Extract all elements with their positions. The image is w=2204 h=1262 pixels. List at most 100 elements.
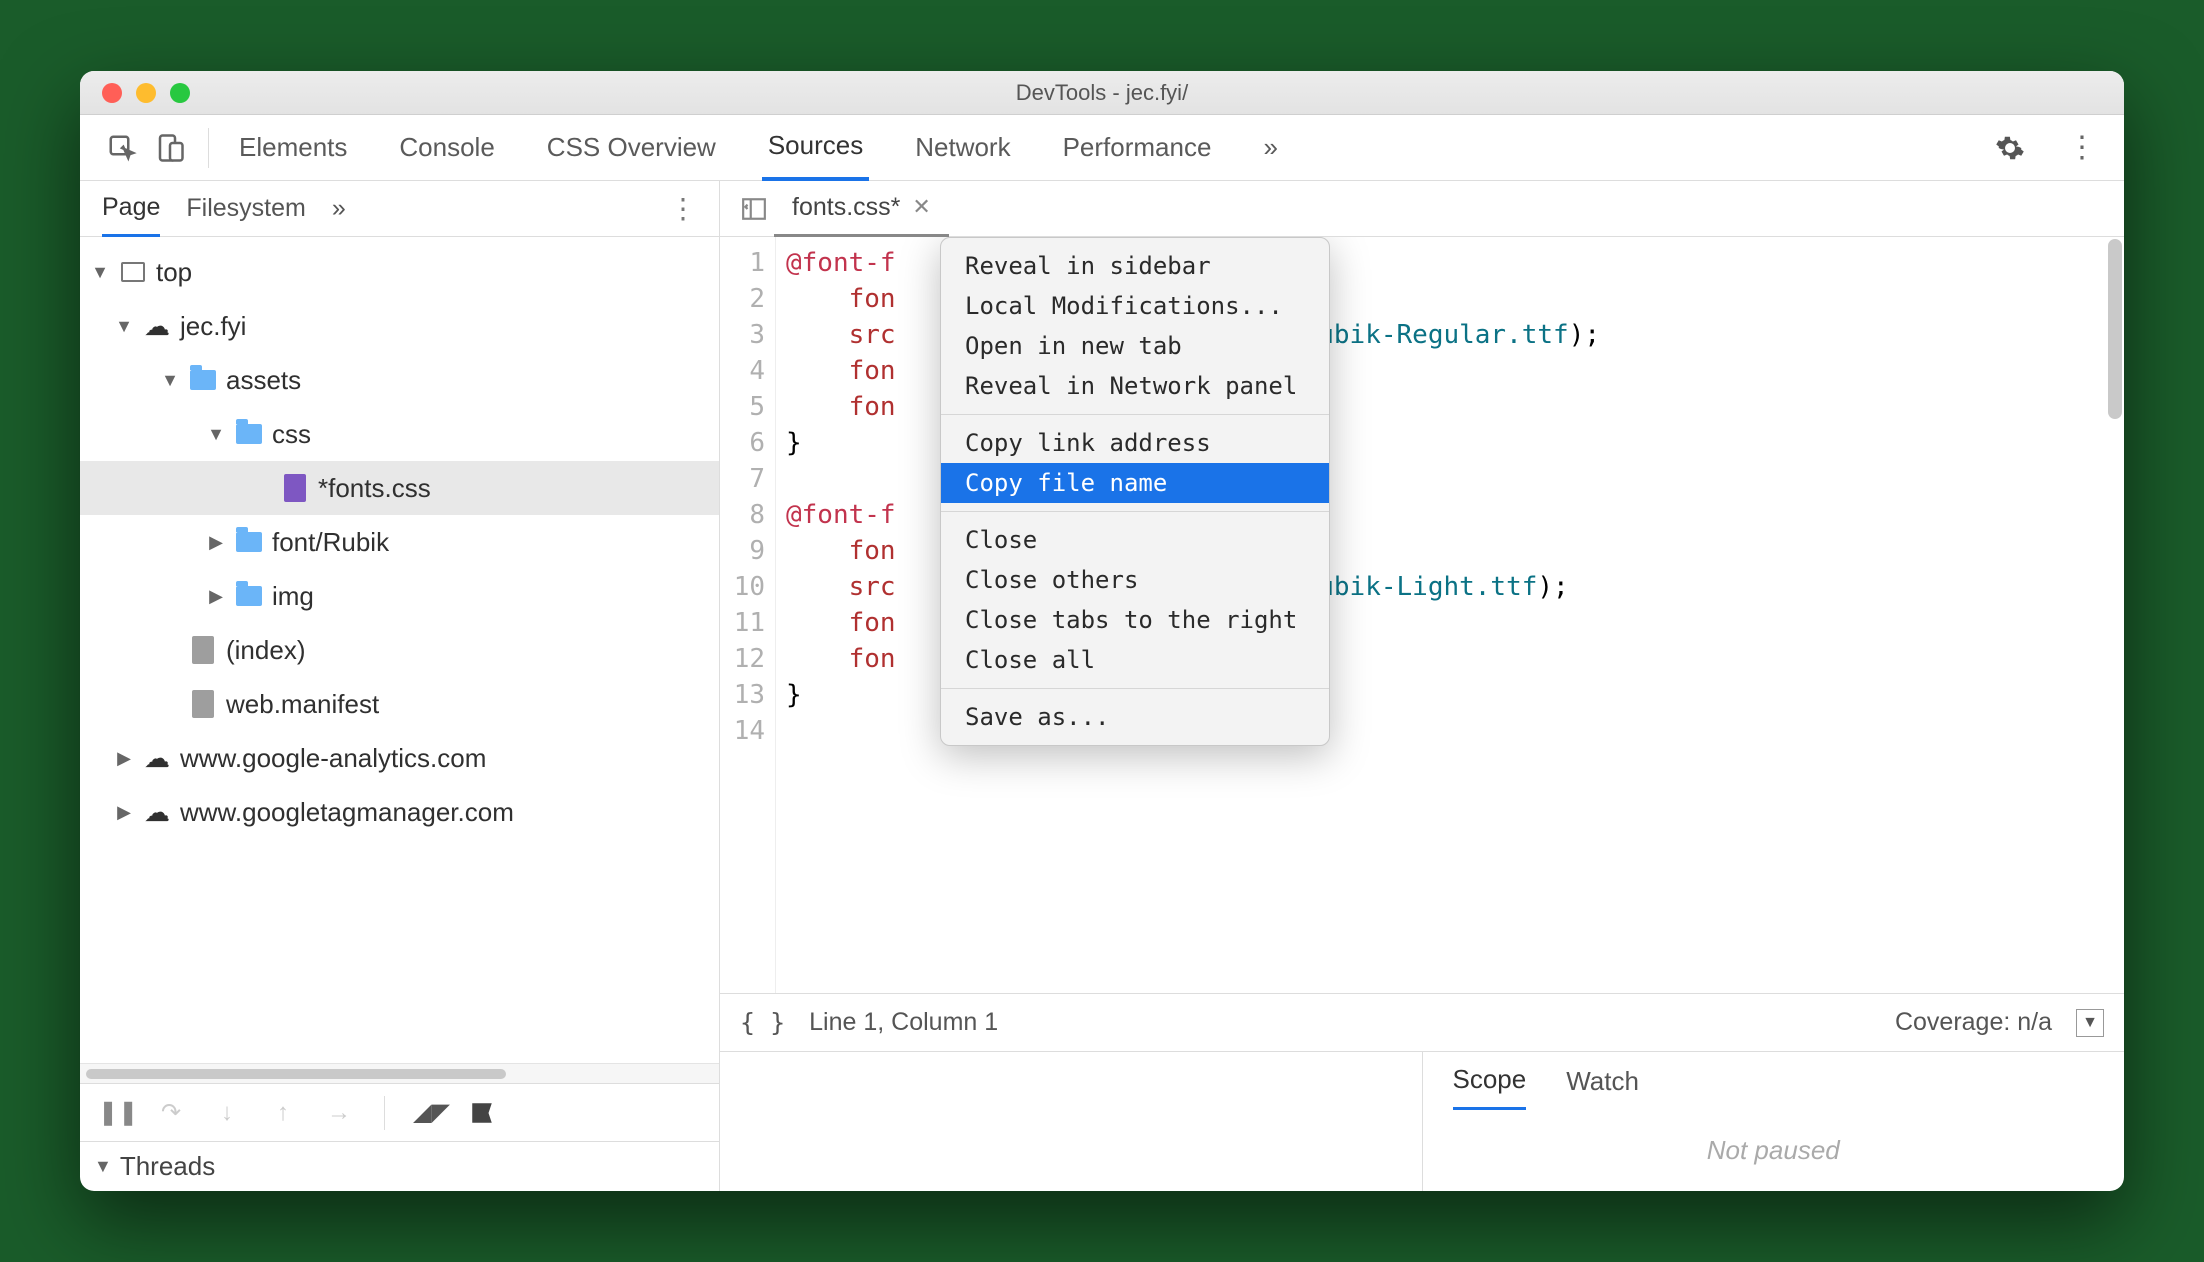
menu-separator: [941, 414, 1329, 415]
cursor-position: Line 1, Column 1: [809, 1008, 998, 1037]
tree-domain-gtm[interactable]: ▶ ☁ www.googletagmanager.com: [80, 785, 719, 839]
sidebar-scrollbar[interactable]: [80, 1063, 719, 1083]
main-toolbar: Elements Console CSS Overview Sources Ne…: [80, 115, 2124, 181]
threads-section[interactable]: ▼ Threads: [80, 1141, 719, 1191]
folder-icon: [236, 586, 262, 606]
chevron-right-icon: ▶: [206, 586, 226, 607]
editor-tabs: fonts.css* ✕: [720, 181, 2124, 237]
tab-elements[interactable]: Elements: [233, 115, 353, 181]
devtools-window: DevTools - jec.fyi/ Elements Console CSS…: [80, 71, 2124, 1191]
tree-folder-assets[interactable]: ▼ assets: [80, 353, 719, 407]
tree-top-frame[interactable]: ▼ top: [80, 245, 719, 299]
menu-close-all[interactable]: Close all: [941, 640, 1329, 680]
tree-file-index[interactable]: (index): [80, 623, 719, 677]
menu-reveal-network[interactable]: Reveal in Network panel: [941, 366, 1329, 406]
tree-folder-font[interactable]: ▶ font/Rubik: [80, 515, 719, 569]
chevron-down-icon: ▼: [94, 1156, 112, 1177]
menu-separator: [941, 511, 1329, 512]
tree-label: css: [272, 419, 311, 450]
pause-icon[interactable]: ❚❚: [98, 1098, 132, 1127]
editor-tab-fonts-css[interactable]: fonts.css* ✕: [774, 181, 949, 237]
step-into-icon[interactable]: ↓: [210, 1099, 244, 1127]
tree-folder-img[interactable]: ▶ img: [80, 569, 719, 623]
editor-scrollbar[interactable]: [2108, 239, 2122, 419]
chevron-right-icon: ▶: [114, 748, 134, 769]
context-menu: Reveal in sidebar Local Modifications...…: [940, 237, 1330, 746]
toggle-navigator-icon[interactable]: [734, 196, 774, 222]
menu-open-new-tab[interactable]: Open in new tab: [941, 326, 1329, 366]
file-tree: ▼ top ▼ ☁ jec.fyi ▼ assets ▼ css: [80, 237, 719, 1063]
coverage-label: Coverage: n/a: [1895, 1008, 2052, 1037]
tree-label: www.google-analytics.com: [180, 743, 486, 774]
panel-tabs: Elements Console CSS Overview Sources Ne…: [223, 115, 1986, 181]
tree-label: font/Rubik: [272, 527, 389, 558]
threads-label: Threads: [120, 1151, 215, 1182]
tab-css-overview[interactable]: CSS Overview: [541, 115, 722, 181]
frame-icon: [121, 262, 145, 282]
chevron-down-icon: ▼: [160, 370, 180, 391]
tree-folder-css[interactable]: ▼ css: [80, 407, 719, 461]
sidebar-tab-more[interactable]: »: [332, 181, 346, 237]
pause-exceptions-icon[interactable]: [469, 1100, 503, 1126]
css-file-icon: [284, 474, 306, 502]
tree-label: assets: [226, 365, 301, 396]
menu-close-tabs-right[interactable]: Close tabs to the right: [941, 600, 1329, 640]
tree-label: (index): [226, 635, 305, 666]
tree-domain-ga[interactable]: ▶ ☁ www.google-analytics.com: [80, 731, 719, 785]
bottom-right-pane: Scope Watch Not paused: [1423, 1052, 2125, 1191]
tree-label: top: [156, 257, 192, 288]
cloud-icon: ☁: [142, 743, 172, 774]
tree-file-fonts-css[interactable]: *fonts.css: [80, 461, 719, 515]
tab-more[interactable]: »: [1257, 115, 1283, 181]
code-editor[interactable]: 123 456 789 101112 1314 @font-f fon src …: [720, 237, 2124, 993]
device-toggle-icon[interactable]: [146, 133, 194, 163]
menu-reveal-sidebar[interactable]: Reveal in sidebar: [941, 246, 1329, 286]
folder-icon: [236, 532, 262, 552]
editor-pane: fonts.css* ✕ 123 456 789 101112 1314 @fo…: [720, 181, 2124, 1191]
menu-close[interactable]: Close: [941, 520, 1329, 560]
tab-sources[interactable]: Sources: [762, 115, 869, 181]
menu-save-as[interactable]: Save as...: [941, 697, 1329, 737]
tree-domain[interactable]: ▼ ☁ jec.fyi: [80, 299, 719, 353]
step-out-icon[interactable]: ↑: [266, 1099, 300, 1127]
tab-console[interactable]: Console: [393, 115, 500, 181]
gear-icon[interactable]: [1986, 133, 2034, 163]
chevron-down-icon: ▼: [114, 316, 134, 337]
deactivate-breakpoints-icon[interactable]: ◢◤: [413, 1098, 447, 1127]
sidebar-tabs: Page Filesystem » ⋮: [80, 181, 719, 237]
sources-sidebar: Page Filesystem » ⋮ ▼ top ▼ ☁ jec.fyi: [80, 181, 720, 1191]
tab-watch[interactable]: Watch: [1566, 1066, 1639, 1097]
menu-separator: [941, 688, 1329, 689]
kebab-menu-icon[interactable]: ⋮: [2058, 130, 2106, 165]
scope-watch-tabs: Scope Watch: [1423, 1052, 2125, 1110]
tree-label: www.googletagmanager.com: [180, 797, 514, 828]
tree-label: jec.fyi: [180, 311, 246, 342]
titlebar: DevTools - jec.fyi/: [80, 71, 2124, 115]
menu-close-others[interactable]: Close others: [941, 560, 1329, 600]
sidebar-kebab-icon[interactable]: ⋮: [669, 181, 697, 237]
format-braces-icon[interactable]: { }: [740, 1008, 785, 1037]
folder-icon: [190, 370, 216, 390]
window-title: DevTools - jec.fyi/: [80, 80, 2124, 106]
toolbar-divider: [208, 128, 209, 168]
tab-scope[interactable]: Scope: [1453, 1052, 1527, 1110]
coverage-dropdown-icon[interactable]: ▼: [2076, 1009, 2104, 1037]
tab-network[interactable]: Network: [909, 115, 1016, 181]
inspect-element-icon[interactable]: [98, 133, 146, 163]
editor-tab-label: fonts.css*: [792, 193, 900, 222]
menu-copy-link-address[interactable]: Copy link address: [941, 423, 1329, 463]
chevron-right-icon: ▶: [114, 802, 134, 823]
tree-file-manifest[interactable]: web.manifest: [80, 677, 719, 731]
tree-label: img: [272, 581, 314, 612]
file-icon: [192, 690, 214, 718]
tab-performance[interactable]: Performance: [1057, 115, 1218, 181]
step-icon[interactable]: →: [322, 1099, 356, 1127]
sidebar-tab-filesystem[interactable]: Filesystem: [186, 181, 305, 237]
menu-local-modifications[interactable]: Local Modifications...: [941, 286, 1329, 326]
menu-copy-file-name[interactable]: Copy file name: [941, 463, 1329, 503]
close-tab-icon[interactable]: ✕: [912, 194, 930, 220]
folder-icon: [236, 424, 262, 444]
scope-status: Not paused: [1423, 1110, 2125, 1191]
step-over-icon[interactable]: ↷: [154, 1098, 188, 1127]
sidebar-tab-page[interactable]: Page: [102, 181, 160, 237]
